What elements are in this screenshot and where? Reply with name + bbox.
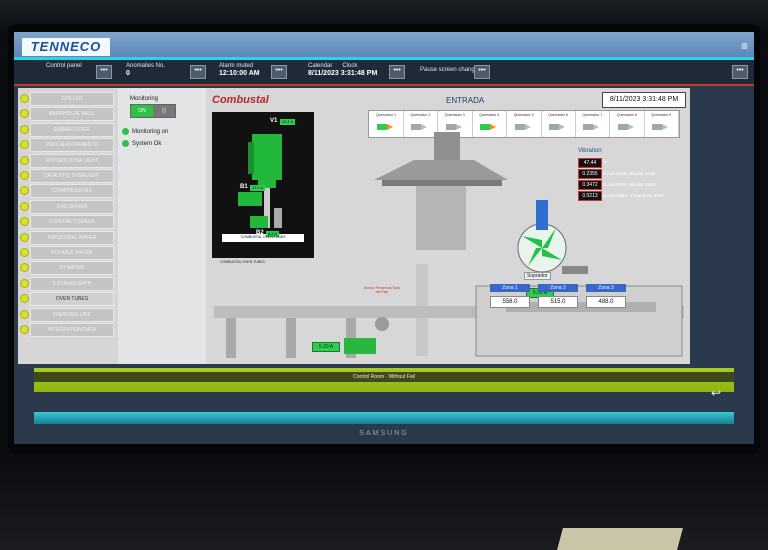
footer-text: Control Room · Without Fail	[353, 374, 415, 380]
zone-name: Zona 3	[586, 284, 626, 292]
status-system-text: System Ok	[132, 141, 162, 148]
clock-label: Clock	[342, 63, 358, 69]
sidebar-led-icon	[20, 94, 29, 103]
anomalies-segment: Anomalies No. 0	[126, 62, 165, 78]
sidebar-item[interactable]: COMPRESSORS	[30, 184, 114, 199]
screen-bottom-glow	[34, 412, 734, 424]
info-bar: Control panel ••• Anomalies No. 0 ••• Al…	[14, 60, 754, 84]
info-bar-divider	[14, 84, 754, 86]
status-system: System Ok	[122, 140, 161, 147]
alarm-value: 12:10:00 AM	[219, 70, 260, 77]
zone-temperature: 558.0	[490, 296, 530, 308]
monitoring-toggle[interactable]: ON |||	[130, 104, 176, 118]
monitor-brand: SAMSUNG	[359, 430, 409, 437]
sidebar-item[interactable]: ROTORS DYNA LIGHT	[30, 153, 114, 168]
footer-bar: Control Room · Without Fail	[34, 368, 734, 392]
sidebar-item[interactable]: EMBAR FILTER	[30, 122, 114, 137]
alarm-label: Alarm muted	[219, 63, 254, 69]
alarm-segment: Alarm muted 12:10:00 AM	[219, 62, 260, 78]
top-bar: TENNECO ≡	[14, 32, 754, 58]
zone-name: Zona 2	[538, 284, 578, 292]
sidebar-item[interactable]: BARRHOLDE WELL	[30, 107, 114, 122]
sidebar-item[interactable]: INTEGRATION DATA	[30, 323, 114, 337]
alarm-button[interactable]: •••	[271, 65, 287, 79]
control-panel-button[interactable]: •••	[96, 65, 112, 79]
hmi-screen: TENNECO ≡ Control panel ••• Anomalies No…	[14, 32, 754, 444]
pause-label: Pause screen chang	[420, 67, 475, 73]
sidebar-led-icon	[20, 155, 29, 165]
back-arrow-icon[interactable]: ↩	[706, 386, 726, 404]
sidebar-item[interactable]: OVEN TUBES	[30, 292, 114, 307]
status-monitoring-text: Monitoring on	[132, 129, 169, 136]
vibration-label: X Axis RMS Velocity mm/s	[603, 182, 656, 187]
sidebar-led-icon	[20, 248, 29, 257]
sidebar-led-icon	[20, 232, 29, 242]
sidebar-item[interactable]: 5 STAGES BATH	[30, 276, 114, 291]
sidebar-led-icon	[20, 325, 29, 334]
sidebar-led-icon	[20, 217, 29, 227]
menu-icon[interactable]: ≡	[741, 39, 748, 53]
tenneco-logo: TENNECO	[22, 38, 110, 56]
vibration-title: Vibration	[578, 148, 602, 154]
vibration-label: Z Axis RMS Velocity mm/s	[603, 171, 656, 176]
calendar-segment: Calendar Clock 8/11/2023 3:31:48 PM	[308, 62, 377, 78]
sidebar-led-icon	[20, 263, 29, 273]
vibration-value: 0.2355	[578, 169, 602, 179]
pause-button[interactable]: •••	[474, 65, 490, 79]
calendar-label: Calendar	[308, 63, 333, 69]
toggle-on-label: ON	[131, 105, 153, 117]
zone-temperature: 488.0	[586, 296, 626, 308]
sidebar-item[interactable]: COOLING TOWERS	[30, 215, 114, 230]
process-diagram: Combustal ENTRADA 8/11/2023 3:31:48 PM V…	[206, 88, 690, 364]
sidebar-item[interactable]: DI WATER	[30, 261, 114, 276]
datetime-value: 8/11/2023 3:31:48 PM	[308, 70, 378, 77]
zone-name: Zona 1	[490, 284, 530, 292]
control-panel-label: Control panel	[46, 63, 82, 69]
vibration-value: 47.44	[578, 158, 602, 168]
motor-current: 5.00 A	[312, 342, 340, 352]
anomalies-label: Anomalies No.	[126, 63, 166, 69]
sidebar-item[interactable]: CHILLER	[30, 92, 114, 106]
zone-temperature: 515.0	[538, 296, 578, 308]
vibration-label: Z Axis Hight - Frequency RMS	[603, 193, 664, 198]
zone-card[interactable]: Zona 2 515.0	[538, 284, 578, 308]
sidebar-led-icon	[20, 186, 29, 196]
zone-card[interactable]: Zona 1 558.0	[490, 284, 530, 308]
right-strip	[734, 88, 754, 388]
fan-label: Soprador	[524, 272, 551, 280]
zone-card[interactable]: Zona 3 488.0	[586, 284, 626, 308]
sidebar-item[interactable]: PRECALENTAMIENTO	[30, 138, 114, 153]
sensor-label: Sensor Presencia Tubo del Piso	[363, 286, 401, 294]
status-monitoring: Monitoring on	[122, 128, 168, 135]
sidebar-led-icon	[20, 109, 29, 119]
oven-line-drawing-icon	[214, 132, 684, 358]
vibration-label: °F	[603, 160, 608, 165]
desk-paper	[557, 528, 683, 550]
status-led-icon	[122, 140, 129, 147]
vibration-value: 0.3472	[578, 180, 602, 190]
calendar-button[interactable]: •••	[389, 65, 405, 79]
sidebar-item[interactable]: POTABLE WATER	[30, 246, 114, 260]
sidebar-item[interactable]: GAS DRIVER	[30, 199, 114, 214]
vibration-value: 0.0213	[578, 191, 602, 201]
sidebar-led-icon	[20, 140, 29, 150]
sidebar-led-icon	[20, 171, 29, 180]
sidebar-item[interactable]: FINISHING LINE	[30, 307, 114, 322]
sidebar-item[interactable]: INDUSTRIAL WATER	[30, 230, 114, 245]
sidebar-led-icon	[20, 124, 29, 134]
status-led-icon	[122, 128, 129, 135]
sidebar-led-icon	[20, 201, 29, 211]
anomalies-value: 0	[126, 70, 130, 77]
toggle-off-label: |||	[161, 108, 167, 114]
sidebar: CHILLER BARRHOLDE WELL EMBAR FILTER PRECALE…	[18, 88, 118, 364]
sidebar-led-icon	[20, 278, 29, 288]
monitoring-panel: Monitoring ON ||| Monitoring on System O…	[118, 88, 206, 364]
sidebar-led-icon	[20, 309, 29, 319]
anomalies-button[interactable]: •••	[190, 65, 206, 79]
monitoring-title: Monitoring	[130, 96, 159, 102]
info-bar-menu-button[interactable]: •••	[732, 65, 748, 79]
sidebar-led-icon	[20, 294, 29, 304]
sidebar-item[interactable]: CATALYTIC DYNALIGHT	[30, 169, 114, 183]
